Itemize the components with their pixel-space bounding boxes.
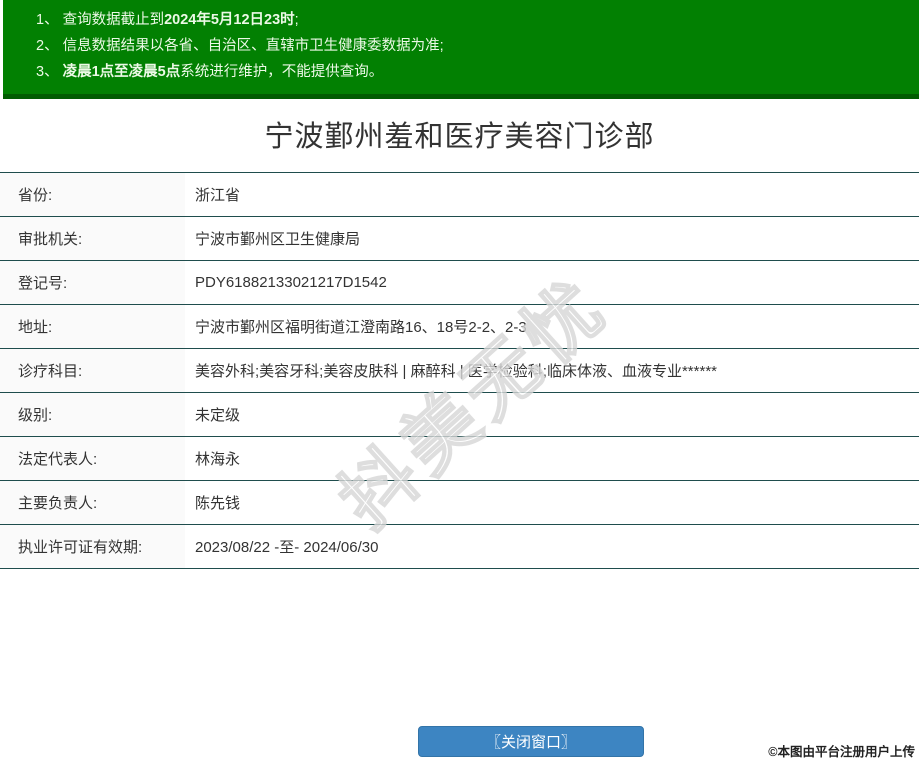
notice-line-2: 2、 信息数据结果以各省、自治区、直辖市卫生健康委数据为准; [36,33,909,59]
field-label: 法定代表人: [0,437,185,480]
notice-line-number: 3、 [36,64,63,80]
field-value: 宁波市鄞州区卫生健康局 [195,231,361,248]
field-label: 级别: [0,393,185,436]
field-value: 2023/08/22 -至- 2024/06/30 [195,539,379,556]
notice-text: 系统进行维护，不能提供查询。 [180,64,384,80]
field-label: 主要负责人: [0,481,185,524]
field-value: 浙江省 [195,187,241,204]
field-value: 宁波市鄞州区福明街道江澄南路16、18号2-2、2-3 [195,319,527,336]
close-window-button[interactable]: 〖关闭窗口〗 [418,726,644,757]
field-label: 登记号: [0,261,185,304]
table-row: 法定代表人: 林海永 [0,437,919,481]
field-label: 执业许可证有效期: [0,525,185,568]
platform-upload-stamp: ©本图由平台注册用户上传 [768,745,915,759]
field-value: PDY61882133021217D1542 [195,274,387,291]
table-row: 主要负责人: 陈先钱 [0,481,919,525]
notice-text: 信息数据结果以各省、自治区、直辖市卫生健康委数据为准; [62,38,444,54]
notice-text-bold: 2024年5月12日23时 [164,12,295,28]
table-row: 省份: 浙江省 [0,173,919,217]
field-label: 诊疗科目: [0,349,185,392]
table-row: 诊疗科目: 美容外科;美容牙科;美容皮肤科 | 麻醉科 | 医学检验科;临床体液… [0,349,919,393]
table-row: 登记号: PDY61882133021217D1542 [0,261,919,305]
notice-line-number: 2、 [36,38,63,54]
notice-line-1: 1、 查询数据截止到2024年5月12日23时; [36,7,909,33]
notice-text: 查询数据截止到 [62,12,165,28]
field-value: 美容外科;美容牙科;美容皮肤科 | 麻醉科 | 医学检验科;临床体液、血液专业*… [195,363,717,380]
notice-text: ; [294,12,299,28]
field-label: 省份: [0,173,185,216]
institution-info-table: 省份: 浙江省 审批机关: 宁波市鄞州区卫生健康局 登记号: PDY618821… [0,172,919,569]
notice-banner: 1、 查询数据截止到2024年5月12日23时; 2、 信息数据结果以各省、自治… [3,0,919,99]
table-row: 地址: 宁波市鄞州区福明街道江澄南路16、18号2-2、2-3 [0,305,919,349]
field-label: 审批机关: [0,217,185,260]
table-row: 执业许可证有效期: 2023/08/22 -至- 2024/06/30 [0,525,919,569]
notice-line-3: 3、 凌晨1点至凌晨5点系统进行维护，不能提供查询。 [36,59,909,85]
field-value: 未定级 [195,407,241,424]
table-row: 审批机关: 宁波市鄞州区卫生健康局 [0,217,919,261]
table-row: 级别: 未定级 [0,393,919,437]
notice-line-number: 1、 [36,12,63,28]
page-title: 宁波鄞州羞和医疗美容门诊部 [264,121,655,153]
notice-text-bold: 凌晨1点至凌晨5点 [62,64,181,80]
field-value: 林海永 [195,451,241,468]
field-label: 地址: [0,305,185,348]
field-value: 陈先钱 [195,495,241,512]
